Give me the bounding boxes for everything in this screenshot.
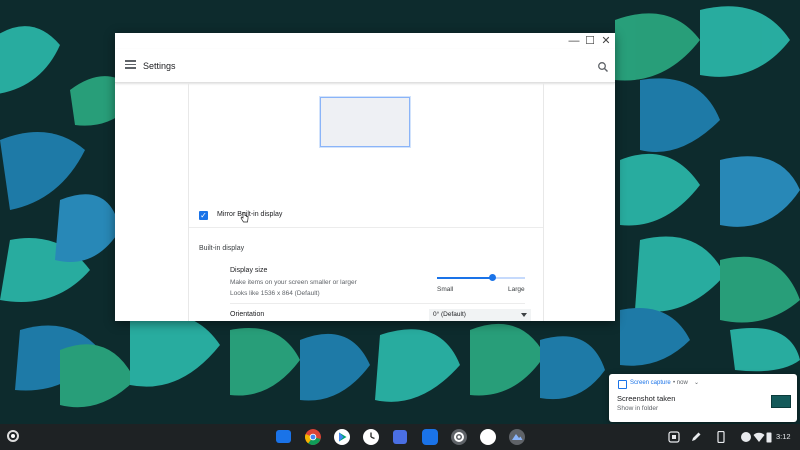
notification-time: • now [673, 380, 688, 386]
orientation-label: Orientation [230, 311, 265, 318]
slider-min-label: Small [437, 286, 454, 293]
display-size-title: Display size [230, 267, 268, 274]
display-size-description: Make items on your screen smaller or lar… [230, 279, 357, 286]
notification-count-icon[interactable] [740, 431, 752, 443]
display-size-slider[interactable] [437, 273, 525, 283]
mirror-display-checkbox[interactable]: ✓ [199, 211, 208, 220]
battery-icon[interactable] [765, 431, 773, 443]
wifi-icon[interactable] [753, 431, 765, 443]
settings-icon[interactable] [451, 429, 467, 445]
maximize-button[interactable]: ☐ [584, 35, 596, 47]
divider [230, 303, 525, 304]
messages-icon[interactable] [422, 429, 438, 445]
display-arrangement-preview[interactable] [320, 97, 410, 147]
minimize-button[interactable]: — [568, 35, 580, 47]
chevron-down-icon [521, 313, 527, 317]
close-button[interactable]: ✕ [600, 35, 612, 47]
search-icon[interactable] [597, 61, 609, 73]
settings-toolbar: Settings [115, 49, 615, 83]
phone-hub-icon[interactable] [715, 431, 727, 443]
notification-app-name: Screen capture [630, 380, 671, 386]
display-settings-panel: ✓ Mirror Built-in display Built-in displ… [188, 83, 544, 321]
orientation-value: 0° (Default) [433, 311, 466, 318]
settings-window: — ☐ ✕ Settings ✓ Mirror Built-in display… [115, 33, 615, 321]
shelf: 3:12 [0, 424, 800, 450]
slider-max-label: Large [508, 286, 525, 293]
clock[interactable]: 3:12 [776, 432, 791, 441]
chrome-icon[interactable] [305, 429, 321, 445]
mirror-display-label: Mirror Built-in display [217, 211, 283, 218]
photos-icon[interactable] [480, 429, 496, 445]
slider-knob[interactable] [488, 274, 496, 281]
notification-title: Screenshot taken [617, 394, 676, 403]
mirror-display-row[interactable]: ✓ Mirror Built-in display [189, 209, 543, 228]
files-icon[interactable] [276, 430, 291, 443]
display-size-resolution: Looks like 1536 x 864 (Default) [230, 290, 320, 297]
orientation-select[interactable]: 0° (Default) [429, 309, 531, 321]
launcher-button[interactable] [7, 430, 19, 442]
screen-capture-tray-icon[interactable] [668, 431, 680, 443]
play-store-icon[interactable] [334, 429, 350, 445]
expand-icon[interactable]: ⌄ [694, 379, 699, 386]
clock-icon[interactable] [363, 429, 379, 445]
show-in-folder-button[interactable]: Show in folder [617, 405, 658, 412]
slider-fill [437, 277, 492, 279]
screen-capture-icon [618, 380, 627, 389]
camera-icon[interactable] [509, 429, 525, 445]
window-titlebar[interactable]: — ☐ ✕ [115, 33, 615, 49]
screenshot-notification[interactable]: Screen capture • now ⌄ Screenshot taken … [609, 374, 797, 422]
calendar-icon[interactable] [393, 430, 407, 444]
section-heading: Built-in display [199, 245, 245, 252]
mouse-cursor-icon [240, 212, 249, 223]
screenshot-thumbnail[interactable] [771, 395, 791, 408]
page-title: Settings [143, 61, 176, 71]
menu-icon[interactable] [125, 60, 136, 69]
stylus-icon[interactable] [690, 431, 702, 443]
